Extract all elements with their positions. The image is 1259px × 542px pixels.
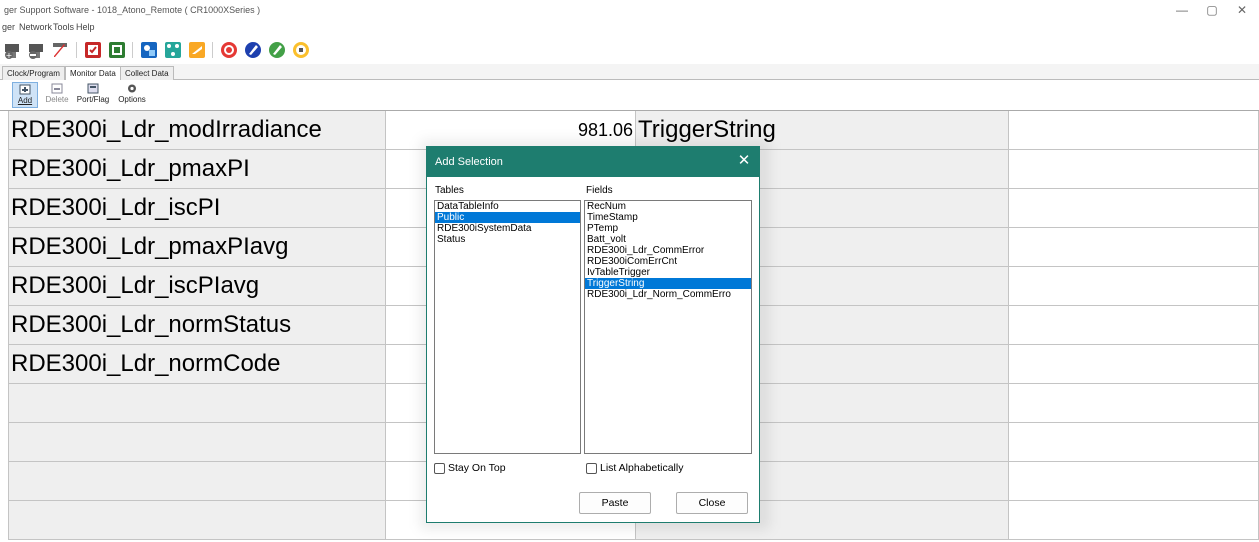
lock-circle-icon[interactable] [290,39,312,61]
main-toolbar: + [0,36,1259,64]
row-value2-cell[interactable] [1009,306,1259,345]
delete-icon [51,83,63,94]
delete-button[interactable]: Delete [44,82,70,108]
row-name-cell[interactable] [8,501,386,540]
toolbar-separator [212,42,213,58]
toolbar-separator [132,42,133,58]
options-label: Options [118,95,146,104]
row-name-cell[interactable]: RDE300i_Ldr_pmaxPI [8,150,386,189]
options-button[interactable]: Options [116,82,148,108]
menu-item-network[interactable]: Network [19,22,52,32]
tab-clock-program[interactable]: Clock/Program [2,66,65,80]
tables-label: Tables [435,185,464,196]
dialog-title-bar[interactable]: Add Selection ✕ [427,147,759,177]
row-name-cell[interactable]: RDE300i_Ldr_pmaxPIavg [8,228,386,267]
row-name-cell[interactable]: RDE300i_Ldr_normStatus [8,306,386,345]
row-name-cell[interactable] [8,462,386,501]
paste-button[interactable]: Paste [579,492,651,514]
blue-circle-icon[interactable] [242,39,264,61]
add-selection-dialog: Add Selection ✕ Tables Fields DataTableI… [426,146,760,523]
delete-label: Delete [45,95,69,104]
minimize-button[interactable]: — [1170,3,1194,17]
row-value2-cell[interactable] [1009,111,1259,150]
row-name-cell[interactable]: RDE300i_Ldr_iscPI [8,189,386,228]
field-list-item[interactable]: IvTableTrigger [585,267,751,278]
table-list-item[interactable]: RDE300iSystemData [435,223,580,234]
row-value2-cell[interactable] [1009,189,1259,228]
row-value2-cell[interactable] [1009,150,1259,189]
window-title: ger Support Software - 1018_Atono_Remote… [4,5,261,15]
port-flag-button[interactable]: Port/Flag [76,82,110,108]
target-icon[interactable] [218,39,240,61]
row-value2-cell[interactable] [1009,345,1259,384]
toolbar-separator [76,42,77,58]
field-list-item[interactable]: RDE300i_Ldr_CommError [585,245,751,256]
field-list-item[interactable]: TriggerString [585,278,751,289]
gear-icon [128,84,136,93]
row-name-cell[interactable] [8,384,386,423]
tab-strip: Clock/Program Monitor Data Collect Data [0,64,1259,81]
network-icon[interactable] [162,39,184,61]
row-value2-cell[interactable] [1009,462,1259,501]
menu-bar: ger Network Tools Help [0,22,1259,36]
svg-text:+: + [6,51,13,60]
table-list-item[interactable]: DataTableInfo [435,201,580,212]
tools-blue-icon[interactable] [138,39,160,61]
row-name-cell[interactable]: RDE300i_Ldr_normCode [8,345,386,384]
field-list-item[interactable]: RDE300i_Ldr_Norm_CommErro [585,289,751,300]
field-list-item[interactable]: Batt_volt [585,234,751,245]
pen-icon[interactable] [50,39,72,61]
row-name-cell[interactable]: RDE300i_Ldr_modIrradiance [8,111,386,150]
field-list-item[interactable]: TimeStamp [585,212,751,223]
table-list-item[interactable]: Status [435,234,580,245]
dialog-title: Add Selection [435,156,503,168]
row-value2-cell[interactable] [1009,267,1259,306]
green-circle-icon[interactable] [266,39,288,61]
add-icon [19,84,31,95]
menu-item-tools[interactable]: Tools [53,22,74,32]
row-value2-cell[interactable] [1009,423,1259,462]
row-name-cell[interactable]: RDE300i_Ldr_iscPIavg [8,267,386,306]
connect-icon[interactable]: + [2,39,24,61]
tab-collect-data[interactable]: Collect Data [120,66,174,80]
maximize-button[interactable]: ▢ [1200,3,1224,17]
disconnect-icon[interactable] [26,39,48,61]
list-alphabetically-checkbox[interactable]: List Alphabetically [586,462,683,474]
menu-item-help[interactable]: Help [76,22,95,32]
stay-on-top-checkbox[interactable]: Stay On Top [434,462,506,474]
title-bar: ger Support Software - 1018_Atono_Remote… [0,0,1259,22]
field-list-item[interactable]: RDE300iComErrCnt [585,256,751,267]
close-icon[interactable]: ✕ [735,152,753,170]
checkbox-box[interactable] [434,462,445,474]
checkbox-box[interactable] [586,462,597,474]
close-button[interactable]: Close [676,492,748,514]
stay-on-top-label: Stay On Top [448,462,506,474]
fields-label: Fields [586,185,613,196]
tables-listbox[interactable]: DataTableInfo Public RDE300iSystemData Stat… [434,200,581,454]
check-green-icon[interactable] [106,39,128,61]
tab-monitor-data[interactable]: Monitor Data [65,66,121,81]
fields-listbox[interactable]: RecNum TimeStamp PTemp Batt_volt RDE300i_Ldr… [584,200,752,454]
menu-item-logger[interactable]: ger [2,22,15,32]
monitor-toolbar: Add Delete Port/Flag Options [0,80,1259,111]
row-value2-cell[interactable] [1009,228,1259,267]
row-name-cell[interactable] [8,423,386,462]
table-list-item[interactable]: Public [435,212,580,223]
field-list-item[interactable]: RecNum [585,201,751,212]
list-alphabetically-label: List Alphabetically [600,462,684,474]
row-value2-cell[interactable] [1009,384,1259,423]
add-label: Add [17,96,33,105]
field-list-item[interactable]: PTemp [585,223,751,234]
folder-icon[interactable] [186,39,208,61]
close-window-button[interactable]: ✕ [1230,3,1254,17]
check-red-icon[interactable] [82,39,104,61]
port-flag-label: Port/Flag [76,95,110,104]
add-button[interactable]: Add [12,82,38,108]
port-flag-icon [87,83,99,94]
main-window: ger Support Software - 1018_Atono_Remote… [0,0,1259,542]
row-value2-cell[interactable] [1009,501,1259,540]
